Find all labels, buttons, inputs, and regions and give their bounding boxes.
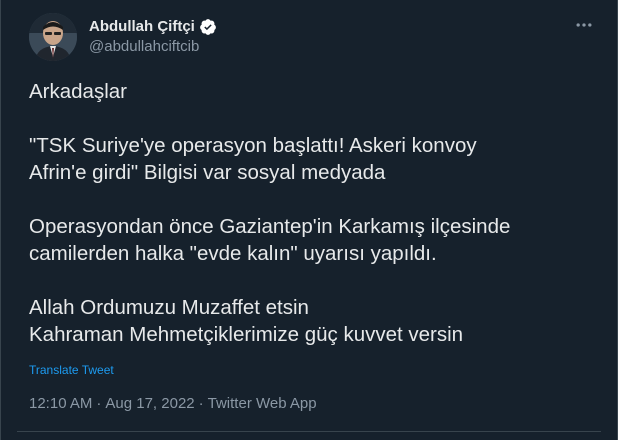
tweet-date[interactable]: Aug 17, 2022 — [105, 394, 194, 414]
tweet-paragraph: Operasyondan önce Gaziantep'in Karkamış … — [29, 215, 511, 265]
tweet-time[interactable]: 12:10 AM — [29, 394, 92, 414]
tweet-header: Abdullah Çiftçi @abdullahciftcib — [29, 12, 601, 62]
author-handle[interactable]: @abdullahciftcib — [89, 37, 217, 57]
tweet-text: Arkadaşlar "TSK Suriye'ye operasyon başl… — [29, 78, 597, 348]
divider — [17, 431, 601, 432]
more-horizontal-icon — [574, 15, 594, 40]
tweet-source[interactable]: Twitter Web App — [208, 394, 317, 414]
tweet-paragraph: Allah Ordumuzu Muzaffet etsin Kahraman M… — [29, 296, 464, 346]
verified-badge-icon — [199, 18, 217, 36]
translate-tweet-link[interactable]: Translate Tweet — [29, 362, 114, 378]
author-names: Abdullah Çiftçi @abdullahciftcib — [89, 17, 217, 57]
display-name[interactable]: Abdullah Çiftçi — [89, 17, 195, 37]
metadata-separator: · — [198, 395, 204, 412]
more-options-button[interactable] — [571, 14, 597, 40]
metadata-separator: · — [96, 395, 102, 412]
tweet-paragraph: Arkadaşlar — [29, 80, 127, 103]
display-name-row: Abdullah Çiftçi — [89, 17, 217, 37]
tweet-card: Abdullah Çiftçi @abdullahciftcib Arkadaş… — [0, 0, 618, 440]
tweet-metadata: 12:10 AM · Aug 17, 2022 · Twitter Web Ap… — [29, 394, 317, 414]
avatar[interactable] — [29, 13, 77, 61]
tweet-paragraph: "TSK Suriye'ye operasyon başlattı! Asker… — [29, 134, 477, 184]
